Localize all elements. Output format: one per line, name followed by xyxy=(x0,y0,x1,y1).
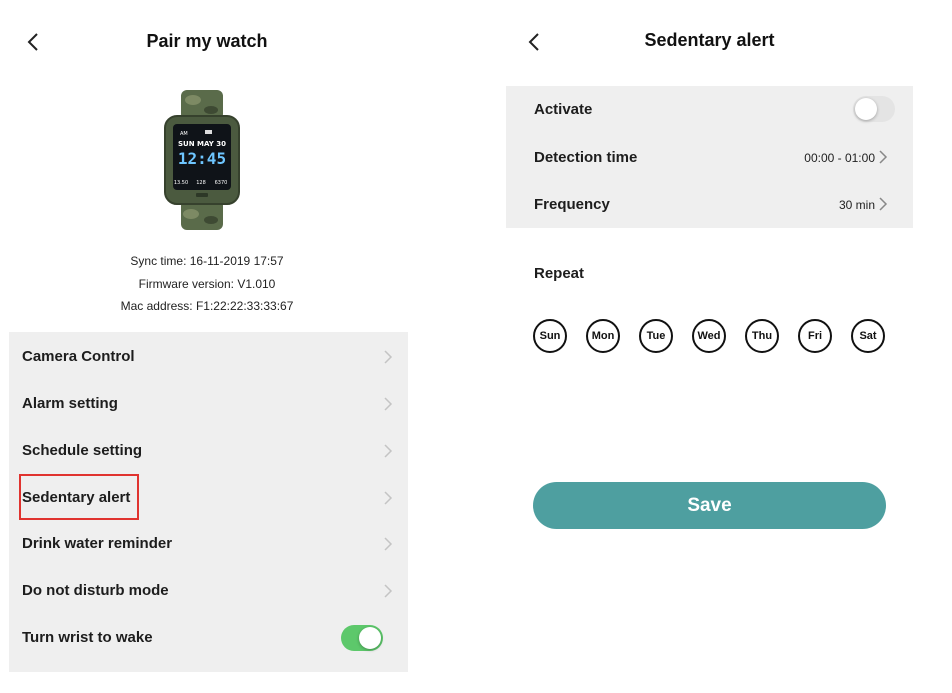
mac-address: Mac address: F1:22:22:33:33:67 xyxy=(120,299,294,313)
chevron-right-icon xyxy=(382,490,394,506)
activate-row: Activate xyxy=(506,86,913,132)
setting-label: Camera Control xyxy=(22,348,135,365)
page-title: Pair my watch xyxy=(146,31,268,51)
detection-time-label: Detection time xyxy=(534,149,638,166)
repeat-label: Repeat xyxy=(534,265,585,282)
toggle-knob xyxy=(855,98,877,120)
activate-label: Activate xyxy=(534,101,593,118)
setting-label: Alarm setting xyxy=(22,395,118,412)
sedentary-alert-screen: Sedentary alert Activate Detection time … xyxy=(506,0,952,693)
firmware-version: Firmware version: V1.010 xyxy=(138,277,276,291)
watch-stat-1: 13.50 xyxy=(174,180,188,186)
chevron-right-icon xyxy=(382,443,394,459)
alert-settings-panel: Activate Detection time 00:00 - 01:00 Fr… xyxy=(506,86,913,228)
save-button[interactable]: Save xyxy=(533,482,886,529)
chevron-right-icon xyxy=(877,149,889,165)
setting-schedule[interactable]: Schedule setting xyxy=(9,427,408,473)
day-wed[interactable]: Wed xyxy=(692,319,726,353)
day-thu[interactable]: Thu xyxy=(745,319,779,353)
day-tue[interactable]: Tue xyxy=(639,319,673,353)
setting-label: Drink water reminder xyxy=(22,535,173,552)
watch-image: AM SUN MAY 30 12:45 13.50 128 6370 xyxy=(164,90,240,230)
chevron-right-icon xyxy=(382,583,394,599)
setting-drink-water[interactable]: Drink water reminder xyxy=(9,520,408,566)
frequency-label: Frequency xyxy=(534,196,610,213)
chevron-right-icon xyxy=(382,396,394,412)
chevron-right-icon xyxy=(382,536,394,552)
setting-label: Turn wrist to wake xyxy=(22,629,153,646)
setting-label: Schedule setting xyxy=(22,442,143,459)
chevron-right-icon xyxy=(382,349,394,365)
wrist-toggle[interactable] xyxy=(341,625,383,651)
watch-stat-3: 6370 xyxy=(215,180,228,186)
watch-date: SUN MAY 30 xyxy=(178,140,226,148)
setting-turn-wrist: Turn wrist to wake xyxy=(9,614,408,660)
detection-time-value: 00:00 - 01:00 xyxy=(804,151,875,165)
setting-label: Do not disturb mode xyxy=(22,582,169,599)
repeat-days: Sun Mon Tue Wed Thu Fri Sat xyxy=(533,319,893,355)
frequency-row[interactable]: Frequency 30 min xyxy=(506,181,913,227)
day-sat[interactable]: Sat xyxy=(851,319,885,353)
day-sun[interactable]: Sun xyxy=(533,319,567,353)
setting-alarm[interactable]: Alarm setting xyxy=(9,380,408,426)
frequency-value: 30 min xyxy=(838,198,875,212)
page-title: Sedentary alert xyxy=(644,30,775,50)
activate-toggle[interactable] xyxy=(853,96,895,122)
sedentary-highlight-box xyxy=(19,474,139,520)
toggle-knob xyxy=(359,627,381,649)
detection-time-row[interactable]: Detection time 00:00 - 01:00 xyxy=(506,134,913,180)
nav-bar: Sedentary alert xyxy=(506,22,952,62)
sync-time: Sync time: 16-11-2019 17:57 xyxy=(130,254,284,268)
watch-stat-2: 128 xyxy=(196,180,206,186)
watch-am: AM xyxy=(180,131,188,137)
watch-time: 12:45 xyxy=(178,149,226,168)
pair-watch-screen: Pair my watch AM SUN MAY 30 12:45 13.50 … xyxy=(0,0,420,693)
setting-do-not-disturb[interactable]: Do not disturb mode xyxy=(9,567,408,613)
chevron-right-icon xyxy=(877,196,889,212)
nav-bar: Pair my watch xyxy=(0,22,420,62)
day-fri[interactable]: Fri xyxy=(798,319,832,353)
setting-camera-control[interactable]: Camera Control xyxy=(9,333,408,379)
day-mon[interactable]: Mon xyxy=(586,319,620,353)
